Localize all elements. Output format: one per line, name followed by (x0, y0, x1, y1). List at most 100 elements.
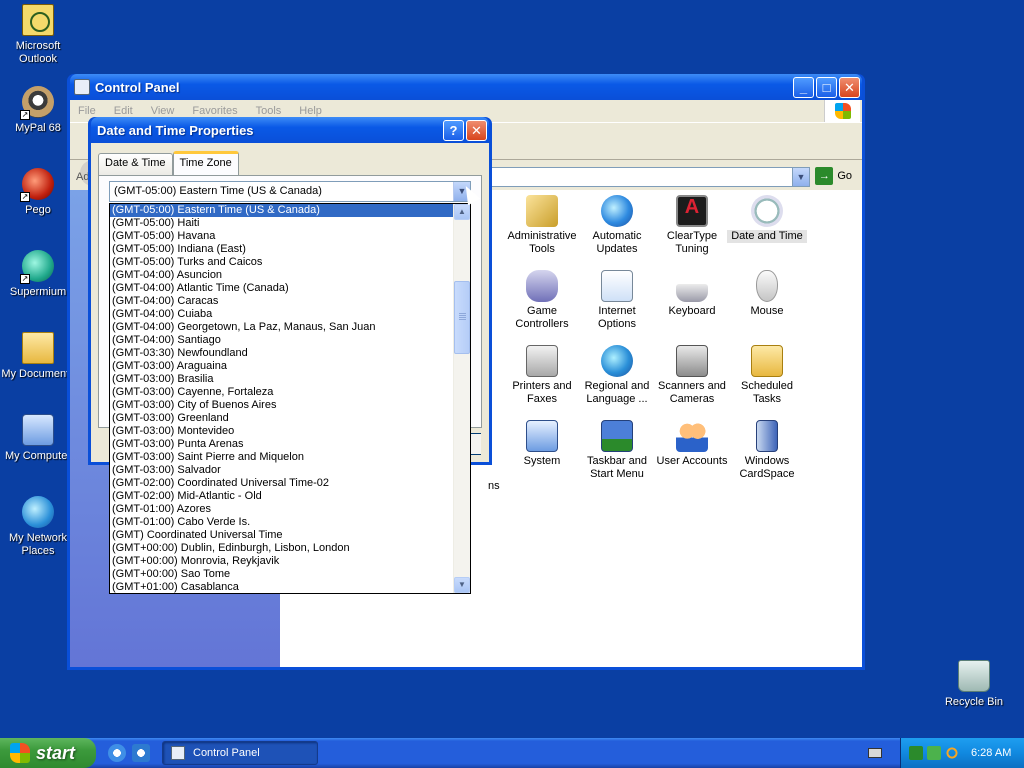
menu-favorites[interactable]: Favorites (192, 105, 237, 117)
start-button[interactable]: start (0, 738, 96, 768)
tray-app-icon[interactable] (909, 746, 923, 760)
time-zone-select[interactable]: (GMT-05:00) Eastern Time (US & Canada) ▼ (109, 181, 471, 202)
time-zone-option[interactable]: (GMT-03:00) City of Buenos Aires (110, 399, 453, 412)
time-zone-option[interactable]: (GMT-05:00) Indiana (East) (110, 243, 453, 256)
cp-item-label: Printers and (512, 380, 572, 392)
time-zone-option[interactable]: (GMT-03:00) Saint Pierre and Miquelon (110, 451, 453, 464)
cp-item-cleartype-tuning[interactable]: ClearType Tuning (652, 195, 732, 256)
desktop-icon-label: Places (21, 545, 55, 557)
time-zone-option[interactable]: (GMT-03:00) Brasilia (110, 373, 453, 386)
cp-item-user-accounts[interactable]: User Accounts (652, 420, 732, 468)
dialog-close-button[interactable]: ✕ (466, 119, 487, 141)
close-button[interactable]: ✕ (839, 76, 860, 98)
time-zone-option[interactable]: (GMT-04:00) Cuiaba (110, 308, 453, 321)
time-zone-option[interactable]: (GMT) Coordinated Universal Time (110, 529, 453, 542)
desktop-icon-outlook[interactable]: Microsoft Outlook (0, 4, 76, 66)
time-zone-option[interactable]: (GMT-03:30) Newfoundland (110, 347, 453, 360)
time-zone-option[interactable]: (GMT-01:00) Cabo Verde Is. (110, 516, 453, 529)
scroll-thumb[interactable] (454, 281, 470, 354)
internet-explorer-icon[interactable] (108, 744, 126, 762)
time-zone-option[interactable]: (GMT-02:00) Mid-Atlantic - Old (110, 490, 453, 503)
cp-item-keyboard[interactable]: Keyboard (652, 270, 732, 318)
address-input[interactable]: ▼ (490, 167, 810, 187)
menu-tools[interactable]: Tools (256, 105, 282, 117)
keyboard-layout-icon[interactable] (868, 748, 882, 758)
menu-file[interactable]: File (78, 105, 96, 117)
cp-item-label: Tasks (752, 393, 782, 405)
scroll-down-button[interactable]: ▼ (454, 577, 470, 593)
time-zone-option[interactable]: (GMT-01:00) Azores (110, 503, 453, 516)
quick-launch-icon[interactable] (132, 744, 150, 762)
time-zone-option[interactable]: (GMT-04:00) Atlantic Time (Canada) (110, 282, 453, 295)
cp-item-mouse[interactable]: Mouse (727, 270, 807, 318)
time-zone-option[interactable]: (GMT+00:00) Sao Tome (110, 568, 453, 581)
time-zone-dropdown-list[interactable]: (GMT-05:00) Eastern Time (US & Canada) (G… (109, 203, 471, 594)
cp-item-administrative-tools[interactable]: Administrative Tools (502, 195, 582, 256)
time-zone-option[interactable]: (GMT-04:00) Georgetown, La Paz, Manaus, … (110, 321, 453, 334)
time-zone-option[interactable]: (GMT-03:00) Salvador (110, 464, 453, 477)
cp-item-printers-and-faxes[interactable]: Printers and Faxes (502, 345, 582, 406)
time-zone-option[interactable]: (GMT-03:00) Greenland (110, 412, 453, 425)
cp-item-regional-and-language[interactable]: Regional and Language ... (577, 345, 657, 406)
time-zone-option[interactable]: (GMT+00:00) Dublin, Edinburgh, Lisbon, L… (110, 542, 453, 555)
time-zone-option[interactable]: (GMT-03:00) Araguaina (110, 360, 453, 373)
time-zone-option[interactable]: (GMT+01:00) Casablanca (110, 581, 453, 593)
control-panel-titlebar[interactable]: Control Panel _ □ ✕ (70, 74, 862, 100)
cp-item-label: CardSpace (739, 468, 795, 480)
desktop-icon-recycle-bin[interactable]: Recycle Bin (936, 660, 1012, 709)
cp-item-label: Mouse (750, 305, 784, 317)
desktop-icon-mypal[interactable]: ↗ MyPal 68 (0, 86, 76, 135)
time-zone-option[interactable]: (GMT+00:00) Monrovia, Reykjavik (110, 555, 453, 568)
cp-item-windows-cardspace[interactable]: Windows CardSpace (727, 420, 807, 481)
tray-network-icon[interactable] (927, 746, 941, 760)
maximize-button[interactable]: □ (816, 76, 837, 98)
time-zone-option[interactable]: (GMT-05:00) Havana (110, 230, 453, 243)
time-zone-option[interactable]: (GMT-03:00) Cayenne, Fortaleza (110, 386, 453, 399)
cp-item-system[interactable]: System (502, 420, 582, 468)
time-zone-option[interactable]: (GMT-03:00) Montevideo (110, 425, 453, 438)
cp-item-scheduled-tasks[interactable]: Scheduled Tasks (727, 345, 807, 406)
network-places-icon (22, 496, 54, 528)
cardspace-icon (756, 420, 778, 452)
desktop-icon-supermium[interactable]: ↗ Supermium (0, 250, 76, 299)
dialog-title: Date and Time Properties (97, 122, 254, 138)
go-button[interactable]: → Go (815, 167, 852, 185)
tray-search-icon[interactable] (945, 746, 959, 760)
dropdown-scrollbar[interactable]: ▲ ▼ (453, 204, 470, 593)
menu-help[interactable]: Help (299, 105, 322, 117)
desktop-icon-my-computer[interactable]: My Computer (0, 414, 76, 463)
cp-item-taskbar-and-start-menu[interactable]: Taskbar and Start Menu (577, 420, 657, 481)
desktop-icon-pego[interactable]: ↗ Pego (0, 168, 76, 217)
desktop-icon-network-places[interactable]: My Network Places (0, 496, 76, 558)
desktop-icon-my-documents[interactable]: My Documents (0, 332, 76, 381)
scroll-up-button[interactable]: ▲ (454, 204, 470, 220)
time-zone-option[interactable]: (GMT-05:00) Haiti (110, 217, 453, 230)
time-zone-option[interactable]: (GMT-04:00) Caracas (110, 295, 453, 308)
time-zone-option[interactable]: (GMT-04:00) Santiago (110, 334, 453, 347)
time-zone-option[interactable]: (GMT-05:00) Turks and Caicos (110, 256, 453, 269)
time-zone-option[interactable]: (GMT-05:00) Eastern Time (US & Canada) (110, 204, 453, 217)
address-dropdown-button[interactable]: ▼ (792, 168, 809, 186)
tab-date-time[interactable]: Date & Time (98, 153, 173, 175)
dialog-titlebar[interactable]: Date and Time Properties ? ✕ (91, 117, 489, 143)
clock[interactable]: 6:28 AM (971, 747, 1011, 759)
cp-item-game-controllers[interactable]: Game Controllers (502, 270, 582, 331)
menu-view[interactable]: View (151, 105, 175, 117)
cp-item-label: Scanners and (658, 380, 726, 392)
taskbar-item-control-panel[interactable]: Control Panel (162, 741, 318, 765)
cp-item-scanners-and-cameras[interactable]: Scanners and Cameras (652, 345, 732, 406)
cp-item-internet-options[interactable]: Internet Options (577, 270, 657, 331)
cp-item-label: Faxes (527, 393, 557, 405)
cp-item-automatic-updates[interactable]: Automatic Updates (577, 195, 657, 256)
desktop-icon-label: My Documents (1, 368, 75, 380)
tab-time-zone[interactable]: Time Zone (172, 151, 239, 175)
taskbar-icon (601, 420, 633, 452)
time-zone-option[interactable]: (GMT-03:00) Punta Arenas (110, 438, 453, 451)
time-zone-option[interactable]: (GMT-02:00) Coordinated Universal Time-0… (110, 477, 453, 490)
menu-edit[interactable]: Edit (114, 105, 133, 117)
minimize-button[interactable]: _ (793, 76, 814, 98)
window-title: Control Panel (95, 79, 180, 95)
time-zone-option[interactable]: (GMT-04:00) Asuncion (110, 269, 453, 282)
help-button[interactable]: ? (443, 119, 464, 141)
cp-item-date-and-time[interactable]: Date and Time (727, 195, 807, 243)
